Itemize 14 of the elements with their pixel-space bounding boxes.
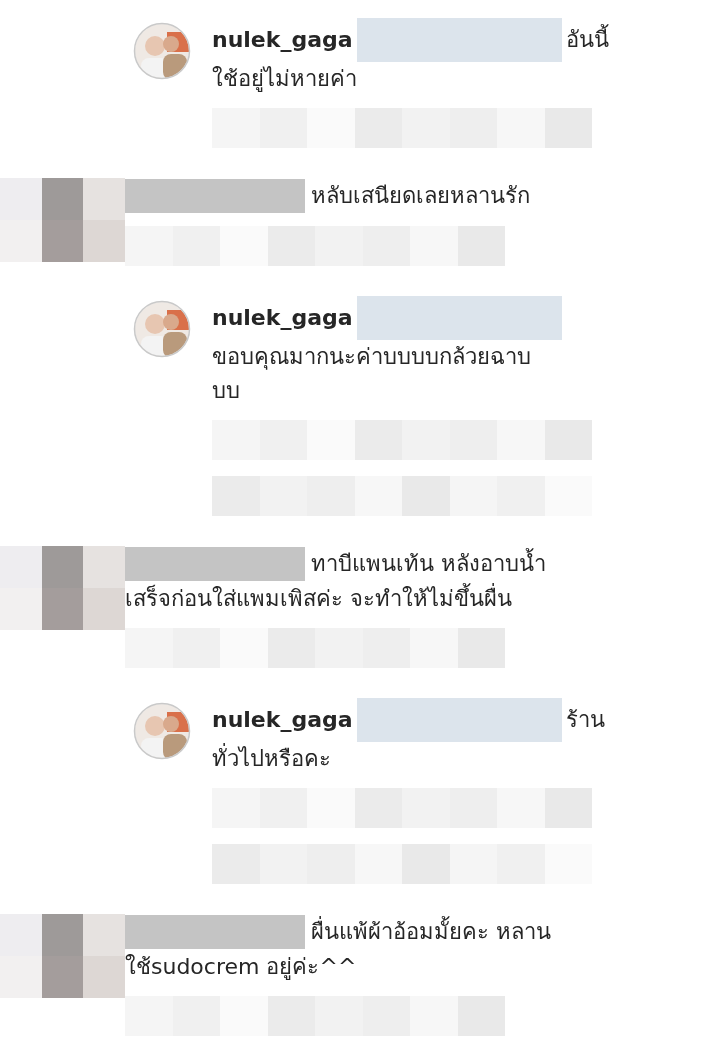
comment-line: ทั่วไปหรือคะ: [212, 742, 331, 776]
comment-line: ผื่นแพ้ผ้าอ้อมมั้ยคะ หลาน: [311, 914, 551, 950]
comment-line: ทาบีแพนเท้น หลังอาบน้ำ: [311, 546, 546, 582]
comment-line: อันนี้: [565, 22, 609, 58]
comment-line: ร้าน: [565, 706, 605, 734]
comment-line: ใช้sudocrem อยู่ค่ะ^^: [125, 953, 357, 982]
username[interactable]: nulek_gaga: [212, 300, 353, 336]
comment-line: ขอบคุณมากนะค่าบบบบกล้วยฉาบ: [212, 343, 531, 372]
comment-line: บบ: [212, 377, 240, 405]
comment-line: ใช้อยู่ไม่หายค่า: [212, 65, 357, 94]
username[interactable]: nulek_gaga: [212, 702, 353, 738]
comment-line: หลับเสนียดเลยหลานรัก: [311, 182, 530, 210]
username[interactable]: nulek_gaga: [212, 22, 353, 58]
comment-line: เสร็จก่อนใส่แพมเพิสค่ะ จะทำให้ไม่ขึ้นผื่น: [125, 582, 512, 616]
